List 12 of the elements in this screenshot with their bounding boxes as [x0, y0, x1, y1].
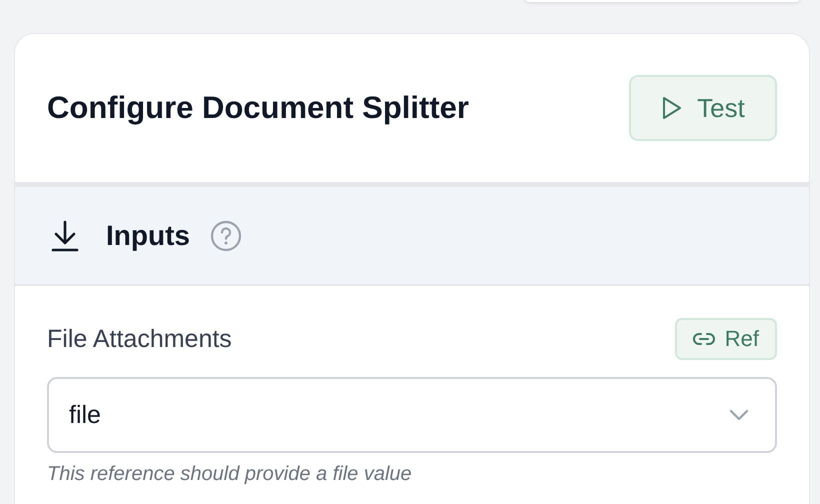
- select-field[interactable]: file: [47, 377, 777, 453]
- play-icon: [661, 96, 684, 120]
- hint-text: This reference should provide a file value: [47, 463, 413, 486]
- section-title: Inputs: [106, 220, 190, 252]
- help-icon[interactable]: [210, 220, 242, 252]
- panel-title: Configure Document Splitter: [47, 90, 469, 126]
- link-icon: [692, 332, 715, 346]
- ref-button[interactable]: Ref: [674, 318, 777, 360]
- field-label: File Attachments: [47, 324, 232, 354]
- test-button[interactable]: Test: [629, 75, 777, 141]
- chevron-down-icon: [729, 409, 749, 421]
- download-icon: [51, 220, 79, 252]
